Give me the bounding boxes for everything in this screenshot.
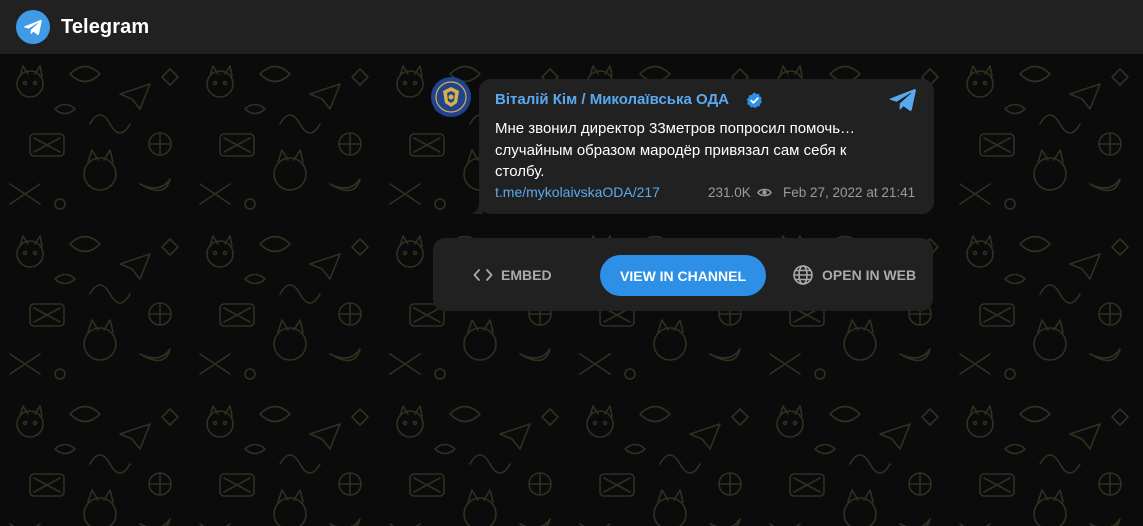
message-line: Мне звонил директор 33метров попросил по… <box>495 120 856 137</box>
top-bar: Telegram <box>0 0 1143 54</box>
telegram-plane-icon[interactable] <box>889 88 917 112</box>
channel-name[interactable]: Віталій Кім / Миколаївська ОДА <box>495 90 729 110</box>
message-line: случайным образом мародёр привязал сам с… <box>495 141 847 159</box>
embed-button[interactable]: EMBED <box>473 257 552 293</box>
post-link[interactable]: t.me/mykolaivskaODA/217 <box>495 183 660 201</box>
code-brackets-icon <box>473 269 493 281</box>
open-in-web-button[interactable]: OPEN IN WEB <box>792 257 916 293</box>
telegram-logo-icon[interactable] <box>16 10 50 44</box>
message-text: Мне звонил директор 33метров попросил по… <box>495 118 905 183</box>
action-bar: EMBED VIEW IN CHANNEL OPEN IN WEB <box>433 238 933 311</box>
verified-badge-icon <box>746 92 762 109</box>
embed-label: EMBED <box>501 267 552 283</box>
message-line: столбу. <box>495 163 545 180</box>
globe-icon <box>793 265 813 285</box>
message-bubble: Віталій Кім / Миколаївська ОДА Мне звони… <box>479 79 934 214</box>
view-count: 231.0K <box>708 185 751 200</box>
channel-avatar[interactable] <box>431 77 471 117</box>
open-in-web-label: OPEN IN WEB <box>822 267 917 283</box>
post-datetime: Feb 27, 2022 at 21:41 <box>783 185 916 200</box>
eye-icon <box>757 188 772 197</box>
brand-title[interactable]: Telegram <box>61 15 149 39</box>
view-in-channel-button[interactable]: VIEW IN CHANNEL <box>600 255 766 296</box>
